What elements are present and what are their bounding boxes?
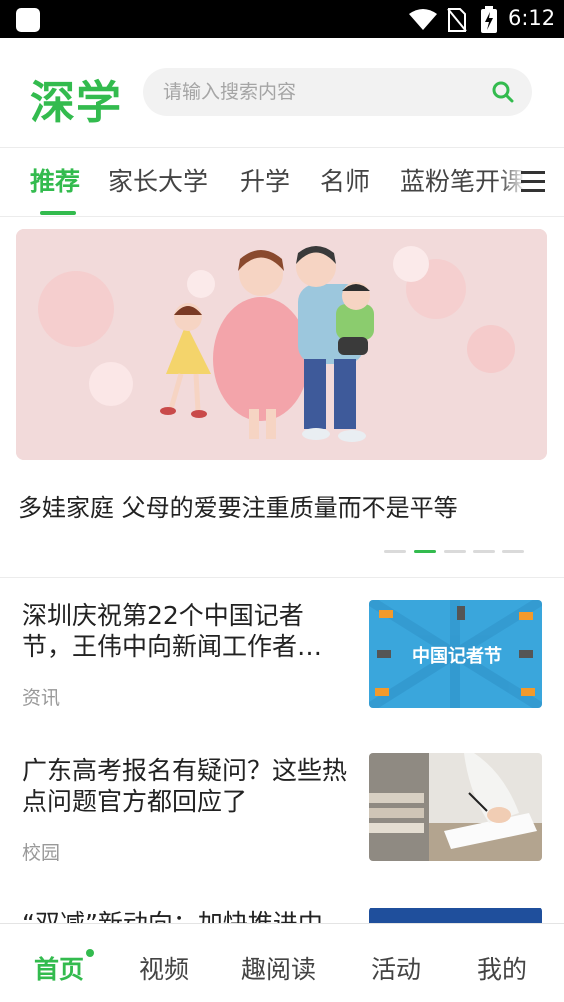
news-item[interactable]: 深圳庆祝第22个中国记者节，王伟中向新闻工作者… 资讯 中国记者节 [0,600,564,720]
bottom-navigation: 首页 视频 趣阅读 活动 我的 [0,923,564,1002]
tab-recommend[interactable]: 推荐 [30,162,80,198]
status-bar: 6:12 [0,0,564,38]
search-input[interactable] [163,68,483,116]
news-item[interactable]: 广东高考报名有疑问？这些热点问题官方都回应了 校园 [0,753,564,875]
news-title[interactable]: 深圳庆祝第22个中国记者节，王伟中向新闻工作者… [22,600,352,662]
no-sim-icon [447,8,467,32]
wifi-icon [409,9,437,30]
nav-home[interactable]: 首页 [34,950,84,986]
news-thumbnail[interactable] [369,753,542,861]
search-bar[interactable] [143,68,532,116]
clock: 6:12 [508,6,556,30]
banner-image[interactable] [16,229,547,460]
notification-dot [86,949,94,957]
section-divider [0,577,564,578]
news-tag: 校园 [22,842,61,864]
battery-charging-icon [481,6,497,33]
banner-title[interactable]: 多娃家庭 父母的爱要注重质量而不是平等 [18,488,458,523]
news-tag: 资讯 [22,687,61,709]
news-thumbnail[interactable]: 中国记者节 [369,600,542,708]
app-header: 深学 [0,38,564,148]
active-tab-indicator [40,211,76,215]
news-title[interactable]: 广东高考报名有疑问？这些热点问题官方都回应了 [22,755,352,817]
menu-icon[interactable] [521,171,545,193]
thumb-caption: 中国记者节 [412,645,502,667]
carousel-dot [444,550,466,553]
carousel-dot [384,550,406,553]
nav-video[interactable]: 视频 [139,950,189,986]
tab-parent-university[interactable]: 家长大学 [108,162,208,198]
carousel-dot [473,550,495,553]
nav-mine[interactable]: 我的 [477,950,527,986]
family-illustration [16,229,547,460]
carousel-dot-active [414,550,436,553]
category-tabs: 推荐 家长大学 升学 名师 蓝粉笔开课 [0,148,564,217]
tab-famous-teachers[interactable]: 名师 [320,162,370,198]
nav-fun-reading[interactable]: 趣阅读 [241,950,316,986]
search-icon[interactable] [492,81,514,103]
app-notification-icon [16,8,40,32]
nav-activity[interactable]: 活动 [371,950,421,986]
app-logo: 深学 [30,76,123,129]
tab-further-study[interactable]: 升学 [240,162,290,198]
carousel-dot [502,550,524,553]
